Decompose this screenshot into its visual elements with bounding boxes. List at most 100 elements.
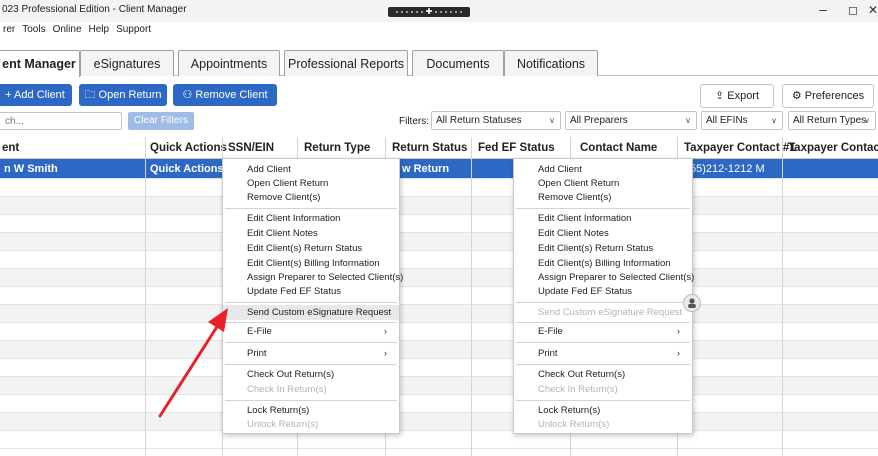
menu-bar: rer Tools Online Help Support xyxy=(0,22,878,38)
tab-documents[interactable]: Documents xyxy=(412,50,504,76)
menu-item-edit-billing-information[interactable]: Edit Client(s) Billing Information xyxy=(223,257,399,270)
menu-separator xyxy=(516,364,690,365)
return-status-filter[interactable]: All Return Statuses ∨ xyxy=(431,111,561,130)
preferences-label: Preferences xyxy=(804,90,865,102)
menu-support[interactable]: Support xyxy=(116,22,151,38)
column-header-quick-actions[interactable]: Quick Actions xyxy=(150,137,227,159)
menu-item-e-file[interactable]: E-File › xyxy=(514,325,692,338)
table-row[interactable] xyxy=(0,305,878,323)
menu-separator xyxy=(516,400,690,401)
export-label: Export xyxy=(727,90,760,102)
gear-icon: ⚙ xyxy=(791,90,805,102)
menu-separator xyxy=(225,400,397,401)
menu-item-open-client-return[interactable]: Open Client Return xyxy=(223,177,399,190)
column-header-return-status[interactable]: Return Status xyxy=(392,137,467,159)
taxpayer-contact-cell: 55)212-1212 M xyxy=(690,163,765,175)
table-row[interactable] xyxy=(0,395,878,413)
menu-item-edit-billing-information[interactable]: Edit Client(s) Billing Information xyxy=(514,257,692,270)
tab-esignatures[interactable]: eSignatures xyxy=(80,50,174,76)
column-header-fed-ef-status[interactable]: Fed EF Status xyxy=(478,137,555,159)
quick-actions-cell[interactable]: Quick Actions xyxy=(150,159,224,179)
table-row[interactable] xyxy=(0,431,878,449)
menu-item-edit-return-status[interactable]: Edit Client(s) Return Status xyxy=(514,242,692,255)
menu-item-check-out-returns[interactable]: Check Out Return(s) xyxy=(514,368,692,381)
preferences-button[interactable]: ⚙ Preferences xyxy=(782,84,874,108)
grip-dot xyxy=(405,11,408,13)
grip-dot xyxy=(450,11,453,13)
menu-item-edit-client-notes[interactable]: Edit Client Notes xyxy=(514,227,692,240)
column-header-contact-name[interactable]: Contact Name xyxy=(580,137,657,159)
tab-client-manager[interactable]: ent Manager xyxy=(0,50,80,77)
menu-item-edit-client-information[interactable]: Edit Client Information xyxy=(223,212,399,225)
return-type-filter[interactable]: All Return Types ∨ xyxy=(788,111,876,130)
table-row[interactable] xyxy=(0,341,878,359)
chevron-down-icon: ∨ xyxy=(549,116,555,125)
menu-item-remove-clients[interactable]: Remove Client(s) xyxy=(514,191,692,204)
menu-item-assign-preparer[interactable]: Assign Preparer to Selected Client(s) xyxy=(223,271,403,284)
menu-item-update-fed-ef-status[interactable]: Update Fed EF Status xyxy=(514,285,692,298)
export-button[interactable]: ⇪ Export xyxy=(700,84,774,108)
grip-dot xyxy=(435,11,438,13)
search-input[interactable] xyxy=(0,112,122,130)
table-row[interactable] xyxy=(0,287,878,305)
menu-item-check-out-returns[interactable]: Check Out Return(s) xyxy=(223,368,399,381)
tab-professional-reports[interactable]: Professional Reports xyxy=(284,50,408,76)
menu-item-add-client[interactable]: Add Client xyxy=(514,163,692,176)
return-status-cell: w Return xyxy=(402,163,450,175)
column-header-taxpayer-contact[interactable]: Taxpayer Contact xyxy=(788,137,878,159)
table-row[interactable] xyxy=(0,323,878,341)
menu-item-edit-client-information[interactable]: Edit Client Information xyxy=(514,212,692,225)
folder-icon: 🗀 xyxy=(84,89,99,101)
menu-item-send-custom-esignature-request: Send Custom eSignature Request xyxy=(538,307,683,318)
efin-filter[interactable]: All EFINs ∨ xyxy=(701,111,783,130)
tab-appointments[interactable]: Appointments xyxy=(178,50,280,76)
menu-item-print[interactable]: Print › xyxy=(223,347,399,360)
menu-item-open-client-return[interactable]: Open Client Return xyxy=(514,177,692,190)
menu-item-lock-returns[interactable]: Lock Return(s) xyxy=(514,404,692,417)
menu-item-send-custom-esignature-request[interactable]: Send Custom eSignature Request xyxy=(223,305,399,320)
annotation-arrow-shaft xyxy=(158,320,222,418)
table-row[interactable] xyxy=(0,413,878,431)
menu-tools[interactable]: Tools xyxy=(22,22,45,38)
table-row[interactable] xyxy=(0,215,878,233)
window-grip[interactable]: ✚ xyxy=(388,7,470,17)
menu-item-edit-client-notes[interactable]: Edit Client Notes xyxy=(223,227,399,240)
column-header-return-type[interactable]: Return Type xyxy=(304,137,370,159)
menu-item-update-fed-ef-status[interactable]: Update Fed EF Status xyxy=(223,285,399,298)
remove-client-button[interactable]: ⚇ Remove Client xyxy=(173,84,277,106)
table-row-selected[interactable]: n W Smith Quick Actions w Return 55)212-… xyxy=(0,159,878,179)
menu-online[interactable]: Online xyxy=(53,22,82,38)
column-header-taxpayer-contact-1[interactable]: Taxpayer Contact #1 xyxy=(684,137,796,159)
menu-item-add-client[interactable]: Add Client xyxy=(223,163,399,176)
table-row[interactable] xyxy=(0,179,878,197)
open-return-button[interactable]: 🗀 Open Return xyxy=(79,84,167,106)
menu-preparer[interactable]: rer xyxy=(3,22,15,38)
preparer-filter[interactable]: All Preparers ∨ xyxy=(565,111,697,130)
menu-item-e-file-label: E-File xyxy=(538,326,563,337)
close-button[interactable]: ✕ xyxy=(868,0,878,20)
context-menu-right: Add Client Open Client Return Remove Cli… xyxy=(513,158,694,434)
menu-item-print[interactable]: Print › xyxy=(514,347,692,360)
menu-item-remove-clients[interactable]: Remove Client(s) xyxy=(223,191,399,204)
table-row[interactable] xyxy=(0,377,878,395)
menu-separator xyxy=(225,208,397,209)
tab-notifications[interactable]: Notifications xyxy=(504,50,598,76)
menu-item-edit-return-status[interactable]: Edit Client(s) Return Status xyxy=(223,242,399,255)
table-row[interactable] xyxy=(0,359,878,377)
column-header-ssn-ein[interactable]: SSN/EIN xyxy=(228,137,274,159)
maximize-button[interactable]: ◻ xyxy=(842,0,864,20)
table-row[interactable] xyxy=(0,251,878,269)
menu-item-e-file[interactable]: E-File › xyxy=(223,325,399,338)
column-header-client[interactable]: ent xyxy=(2,137,19,159)
menu-help[interactable]: Help xyxy=(89,22,110,38)
table-row[interactable] xyxy=(0,197,878,215)
annotation-arrow xyxy=(158,308,228,418)
menu-item-lock-returns[interactable]: Lock Return(s) xyxy=(223,404,399,417)
menu-item-assign-preparer[interactable]: Assign Preparer to Selected Client(s) xyxy=(514,271,694,284)
table-row[interactable] xyxy=(0,269,878,287)
add-client-button[interactable]: + Add Client xyxy=(0,84,72,106)
clear-filters-button[interactable]: Clear Filters xyxy=(128,112,194,130)
return-type-filter-value: All Return Types xyxy=(793,115,867,126)
table-row[interactable] xyxy=(0,233,878,251)
minimize-button[interactable]: – xyxy=(812,0,834,20)
